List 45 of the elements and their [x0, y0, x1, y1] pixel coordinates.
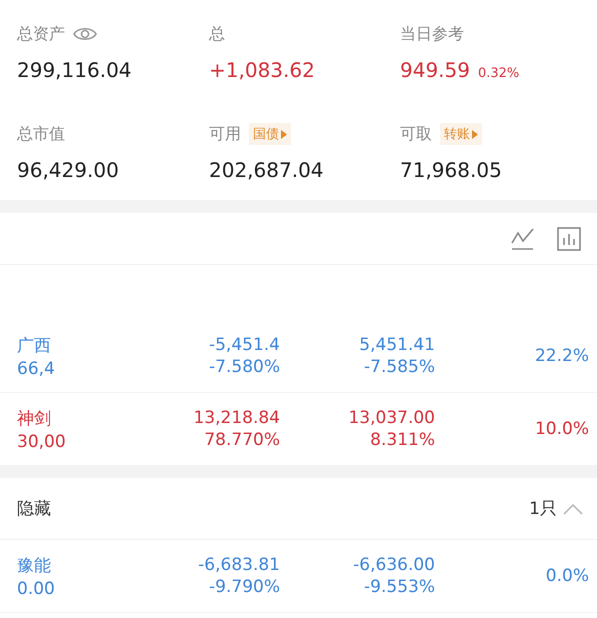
- triangle-icon: [472, 130, 478, 138]
- summary-value: 202,687.04: [209, 158, 324, 182]
- market-value: 66,4: [17, 358, 55, 378]
- stock-name: 豫能: [17, 554, 51, 576]
- summary-label: 可用: [209, 124, 241, 144]
- eye-icon[interactable]: [73, 26, 97, 42]
- hidden-section-label: 隐藏: [17, 498, 51, 520]
- summary-value: 299,116.04: [17, 58, 132, 82]
- summary-label: 可取: [400, 124, 432, 144]
- summary-value: 96,429.00: [17, 158, 119, 182]
- hidden-count[interactable]: 1只: [529, 497, 583, 520]
- daily-percent: -7.585%: [364, 357, 435, 377]
- line-chart-icon[interactable]: [511, 226, 535, 250]
- tag-link[interactable]: 转账: [440, 123, 482, 145]
- summary-percent: 0.32%: [478, 66, 520, 81]
- profit-loss: 13,218.84: [193, 408, 280, 428]
- triangle-icon: [281, 130, 287, 138]
- summary-label: 总市值: [17, 124, 65, 144]
- position-share: 22.2%: [534, 346, 589, 366]
- market-value: 0.00: [17, 578, 55, 598]
- profit-loss: -6,683.81: [198, 555, 280, 575]
- holding-row[interactable]: 豫能 0.00 -6,683.81 -9.790% -6,636.00 -9.553% 0.0%: [0, 540, 597, 613]
- profit-loss-percent: 78.770%: [204, 430, 280, 450]
- daily-profit-loss: 5,451.41: [359, 335, 435, 355]
- daily-profit-loss: -6,636.00: [353, 555, 435, 575]
- summary-value: +1,083.62: [209, 58, 315, 82]
- summary-value: 71,968.05: [400, 158, 502, 182]
- bar-chart-icon[interactable]: [557, 226, 581, 250]
- profit-loss-percent: -9.790%: [209, 577, 280, 597]
- profit-loss-percent: -7.580%: [209, 357, 280, 377]
- position-share: 0.0%: [546, 566, 589, 586]
- summary-value: 949.59: [400, 58, 470, 82]
- daily-profit-loss: 13,037.00: [348, 408, 435, 428]
- summary-label: 总: [209, 24, 225, 44]
- position-share: 10.0%: [534, 419, 589, 439]
- stock-name: 广西: [17, 334, 51, 356]
- stock-name: 神剑: [17, 408, 51, 430]
- market-value: 30,00: [17, 432, 66, 452]
- tag-link[interactable]: 国债: [249, 123, 291, 145]
- summary-label: 总资产: [17, 24, 65, 44]
- summary-label: 当日参考: [400, 24, 464, 44]
- daily-percent: -9.553%: [364, 577, 435, 597]
- profit-loss: -5,451.4: [208, 335, 280, 355]
- holding-row[interactable]: 广西 66,4 -5,451.4 -7.580% 5,451.41 -7.585% 22.2%: [0, 320, 597, 393]
- daily-percent: 8.311%: [370, 430, 435, 450]
